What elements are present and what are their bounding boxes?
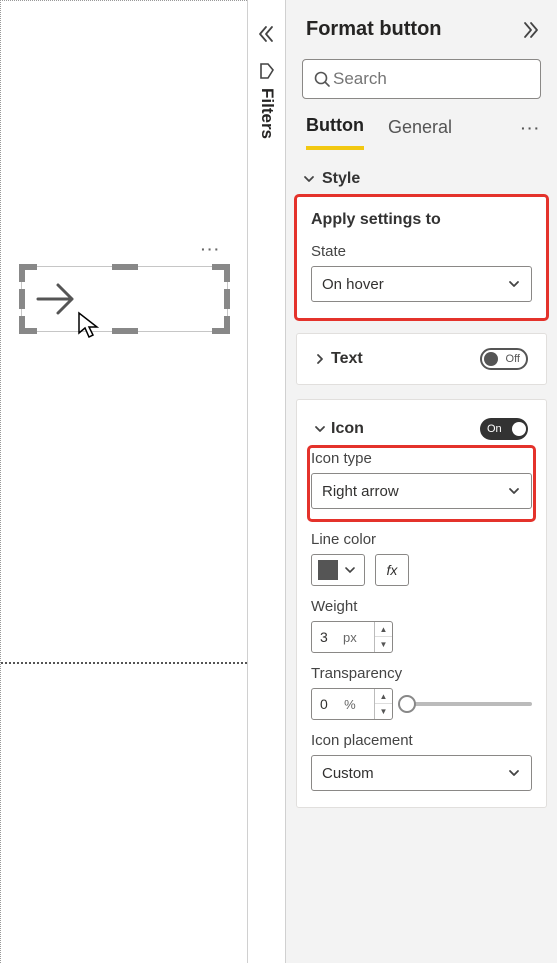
text-card: Text Off — [296, 333, 547, 385]
spin-down-icon[interactable]: ▼ — [375, 704, 392, 719]
transparency-slider[interactable] — [407, 702, 532, 706]
line-color-picker[interactable] — [311, 554, 365, 586]
expand-pane-icon[interactable] — [521, 20, 541, 40]
icon-type-label: Icon type — [311, 450, 532, 467]
tab-general[interactable]: General — [388, 117, 452, 148]
search-field[interactable] — [331, 68, 556, 90]
toggle-label: Off — [506, 353, 520, 365]
format-pane: Format button Button General ··· Style A… — [285, 0, 557, 963]
state-label: State — [311, 243, 532, 260]
state-value: On hover — [322, 276, 384, 293]
weight-input[interactable]: 3 px ▲▼ — [311, 621, 393, 653]
resize-handle-left[interactable] — [19, 289, 25, 309]
toggle-knob — [484, 352, 498, 366]
icon-header[interactable]: Icon — [313, 420, 364, 438]
slider-thumb[interactable] — [398, 695, 416, 713]
search-icon — [313, 70, 331, 88]
style-section-header[interactable]: Style — [296, 162, 547, 196]
report-canvas[interactable]: ··· — [0, 0, 247, 963]
icon-type-highlight: Icon type Right arrow — [310, 448, 533, 519]
search-input[interactable] — [302, 59, 541, 99]
placement-value: Custom — [322, 765, 374, 782]
cursor-icon — [77, 311, 99, 339]
chevron-down-icon — [313, 423, 327, 435]
placement-dropdown[interactable]: Custom — [311, 755, 532, 791]
page-boundary — [1, 662, 247, 664]
transparency-input[interactable]: 0 % ▲▼ — [311, 688, 393, 720]
line-color-label: Line color — [311, 531, 532, 548]
chevron-down-icon — [507, 766, 521, 780]
weight-label: Weight — [311, 598, 532, 615]
resize-handle-top[interactable] — [112, 264, 138, 270]
state-dropdown[interactable]: On hover — [311, 266, 532, 302]
style-heading: Style — [322, 170, 360, 188]
placement-label: Icon placement — [311, 732, 532, 749]
color-swatch — [318, 560, 338, 580]
apply-settings-title: Apply settings to — [311, 211, 532, 229]
icon-type-dropdown[interactable]: Right arrow — [311, 473, 532, 509]
spin-up-icon[interactable]: ▲ — [375, 689, 392, 704]
chevron-right-icon — [313, 353, 327, 365]
text-toggle[interactable]: Off — [480, 348, 528, 370]
text-header[interactable]: Text — [313, 350, 363, 368]
tab-button[interactable]: Button — [306, 115, 364, 150]
weight-spinner[interactable]: ▲▼ — [374, 622, 392, 652]
filters-icon[interactable] — [258, 62, 276, 80]
transparency-value: 0 — [320, 696, 328, 712]
transparency-spinner[interactable]: ▲▼ — [374, 689, 392, 719]
selected-button-visual[interactable] — [21, 266, 228, 332]
transparency-label: Transparency — [311, 665, 532, 682]
chevron-down-icon — [302, 173, 316, 185]
icon-type-value: Right arrow — [322, 483, 399, 500]
filters-pane-collapsed: Filters — [247, 0, 285, 963]
icon-title: Icon — [331, 420, 364, 438]
spin-down-icon[interactable]: ▼ — [375, 637, 392, 652]
visual-more-menu[interactable]: ··· — [201, 241, 221, 257]
chevron-down-icon — [344, 564, 356, 576]
collapse-pane-icon[interactable] — [256, 24, 276, 44]
apply-settings-card: Apply settings to State On hover — [296, 196, 547, 319]
icon-toggle[interactable]: On — [480, 418, 528, 440]
spin-up-icon[interactable]: ▲ — [375, 622, 392, 637]
weight-unit: px — [343, 630, 357, 645]
toggle-knob — [512, 422, 526, 436]
text-title: Text — [331, 350, 363, 368]
toggle-label: On — [487, 423, 502, 435]
resize-handle-right[interactable] — [224, 289, 230, 309]
icon-card: Icon On Icon type Right arrow Line color — [296, 399, 547, 808]
pane-title: Format button — [306, 18, 442, 41]
tabs-more-icon[interactable]: ··· — [521, 120, 541, 146]
filters-label[interactable]: Filters — [257, 88, 277, 139]
transparency-unit: % — [344, 697, 356, 712]
chevron-down-icon — [507, 277, 521, 291]
weight-value: 3 — [320, 629, 328, 645]
fx-button[interactable]: fx — [375, 554, 409, 586]
right-arrow-icon — [32, 277, 80, 321]
resize-handle-bottom[interactable] — [112, 328, 138, 334]
chevron-down-icon — [507, 484, 521, 498]
